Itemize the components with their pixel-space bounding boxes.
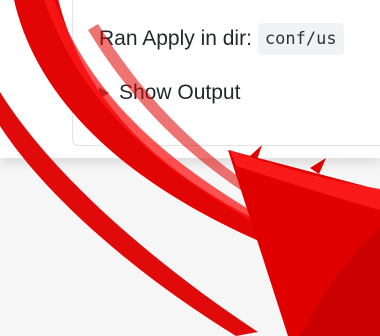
show-output-toggle[interactable]: Show Output (99, 81, 240, 105)
show-output-label[interactable]: Show Output (119, 81, 240, 105)
comment-card: Ran Apply in dir: conf/us Show Output (72, 0, 380, 146)
ran-apply-text: Ran Apply in dir: (99, 27, 252, 50)
ran-apply-line: Ran Apply in dir: conf/us (99, 23, 344, 55)
page: Ran Apply in dir: conf/us Show Output (0, 0, 380, 336)
dir-code: conf/us (257, 23, 344, 55)
disclosure-triangle-icon[interactable] (99, 87, 109, 99)
